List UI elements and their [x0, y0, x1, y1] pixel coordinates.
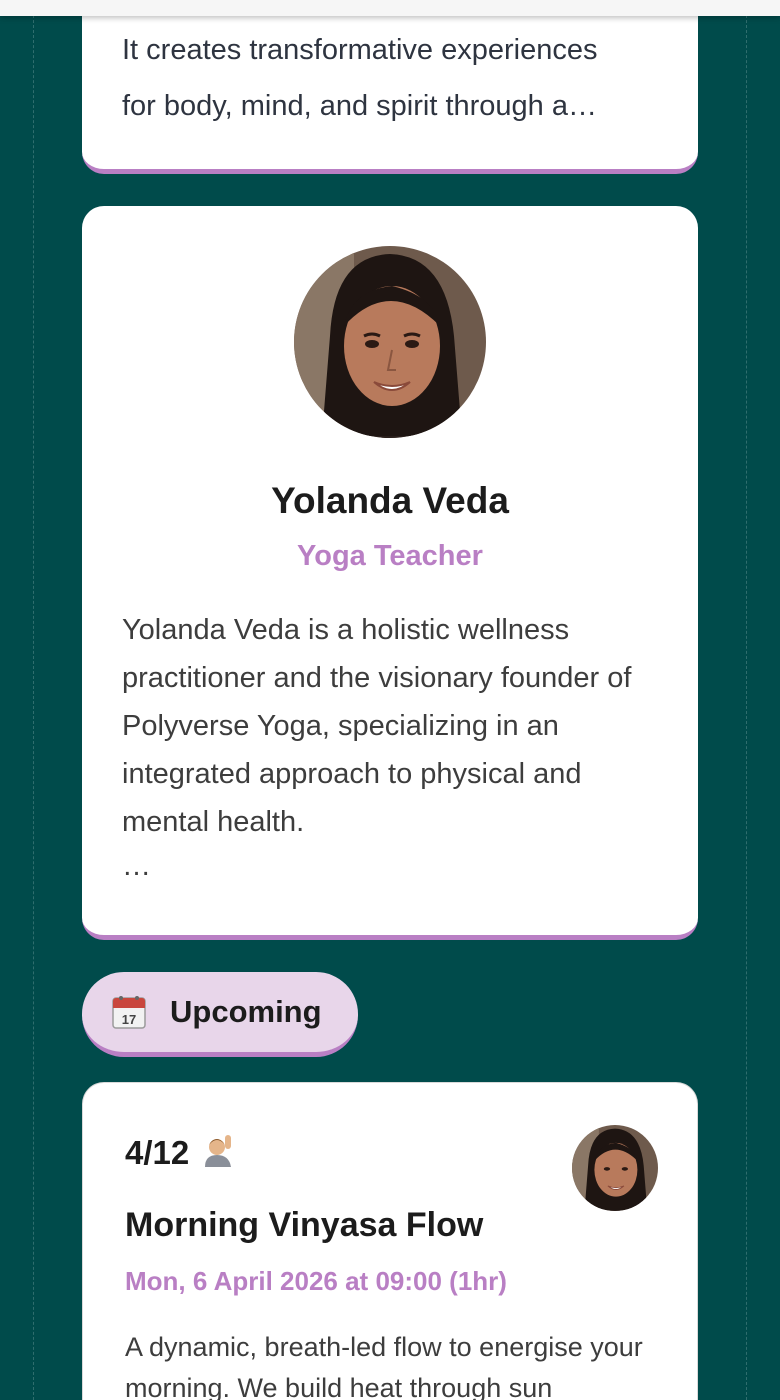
teacher-avatar — [294, 246, 486, 438]
upcoming-section-pill[interactable]: 17 Upcoming — [82, 972, 358, 1057]
svg-text:17: 17 — [122, 1012, 136, 1027]
upcoming-label: Upcoming — [170, 994, 322, 1029]
layout-guide-left — [33, 0, 34, 1400]
layout-guide-right — [746, 0, 747, 1400]
attendance-count: 4/12 — [125, 1133, 190, 1171]
teacher-role: Yoga Teacher — [297, 540, 483, 572]
teacher-bio: Yolanda Veda is a holistic wellness prac… — [122, 606, 658, 886]
host-avatar — [572, 1125, 658, 1211]
teacher-name: Yolanda Veda — [271, 480, 509, 521]
intro-card: It creates transformative experiences fo… — [82, 0, 698, 174]
event-attendance: 4/12 — [125, 1133, 235, 1172]
teacher-profile-card[interactable]: Yolanda Veda Yoga Teacher Yolanda Veda i… — [82, 206, 698, 940]
calendar-icon: 17 — [112, 995, 146, 1029]
top-bar — [0, 0, 780, 16]
event-card[interactable]: 4/12 Morning Vinyasa Flow Mon, 6 April 2… — [82, 1082, 698, 1400]
event-datetime: Mon, 6 April 2026 at 09:00 (1hr) — [125, 1266, 507, 1296]
intro-text: It creates transformative experiences fo… — [122, 34, 598, 122]
teacher-bio-text: Yolanda Veda is a holistic wellness prac… — [122, 614, 632, 838]
read-more-ellipsis[interactable]: … — [122, 846, 658, 886]
event-description: A dynamic, breath-led flow to energise y… — [125, 1332, 643, 1400]
event-title[interactable]: Morning Vinyasa Flow — [125, 1203, 483, 1247]
page: It creates transformative experiences fo… — [0, 0, 780, 1400]
person-raising-hand-icon — [201, 1133, 235, 1172]
